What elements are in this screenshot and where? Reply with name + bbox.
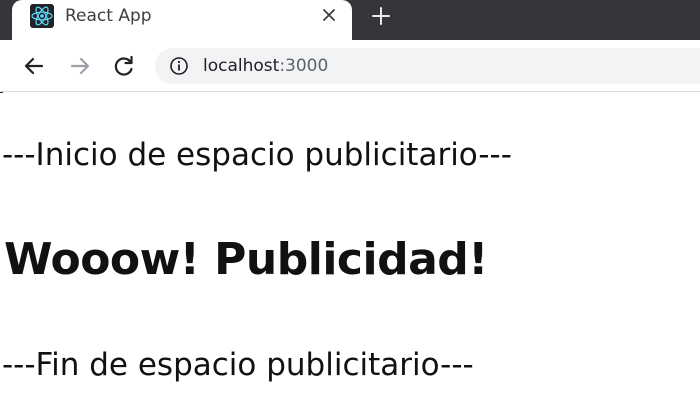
- info-icon[interactable]: [169, 56, 189, 76]
- ad-end-text: ---Fin de espacio publicitario---: [2, 347, 474, 383]
- url-text: localhost:3000: [203, 55, 328, 77]
- url-host: localhost: [203, 56, 280, 76]
- page-content: ---Inicio de espacio publicitario--- Woo…: [0, 93, 700, 408]
- arrow-right-icon[interactable]: [66, 52, 94, 80]
- address-bar[interactable]: localhost:3000: [155, 48, 700, 84]
- react-logo-icon: [30, 4, 54, 28]
- browser-toolbar: localhost:3000: [0, 40, 700, 92]
- url-port: :3000: [279, 56, 329, 76]
- ad-start-text: ---Inicio de espacio publicitario---: [2, 137, 512, 173]
- reload-icon[interactable]: [110, 52, 138, 80]
- arrow-left-icon[interactable]: [20, 52, 48, 80]
- ad-headline: Wooow! Publicidad!: [4, 234, 488, 285]
- browser-tab-strip: React App: [0, 0, 700, 40]
- browser-tab-active[interactable]: React App: [12, 0, 352, 40]
- close-icon[interactable]: [318, 4, 340, 26]
- plus-icon[interactable]: [368, 3, 394, 29]
- tab-title: React App: [65, 6, 152, 26]
